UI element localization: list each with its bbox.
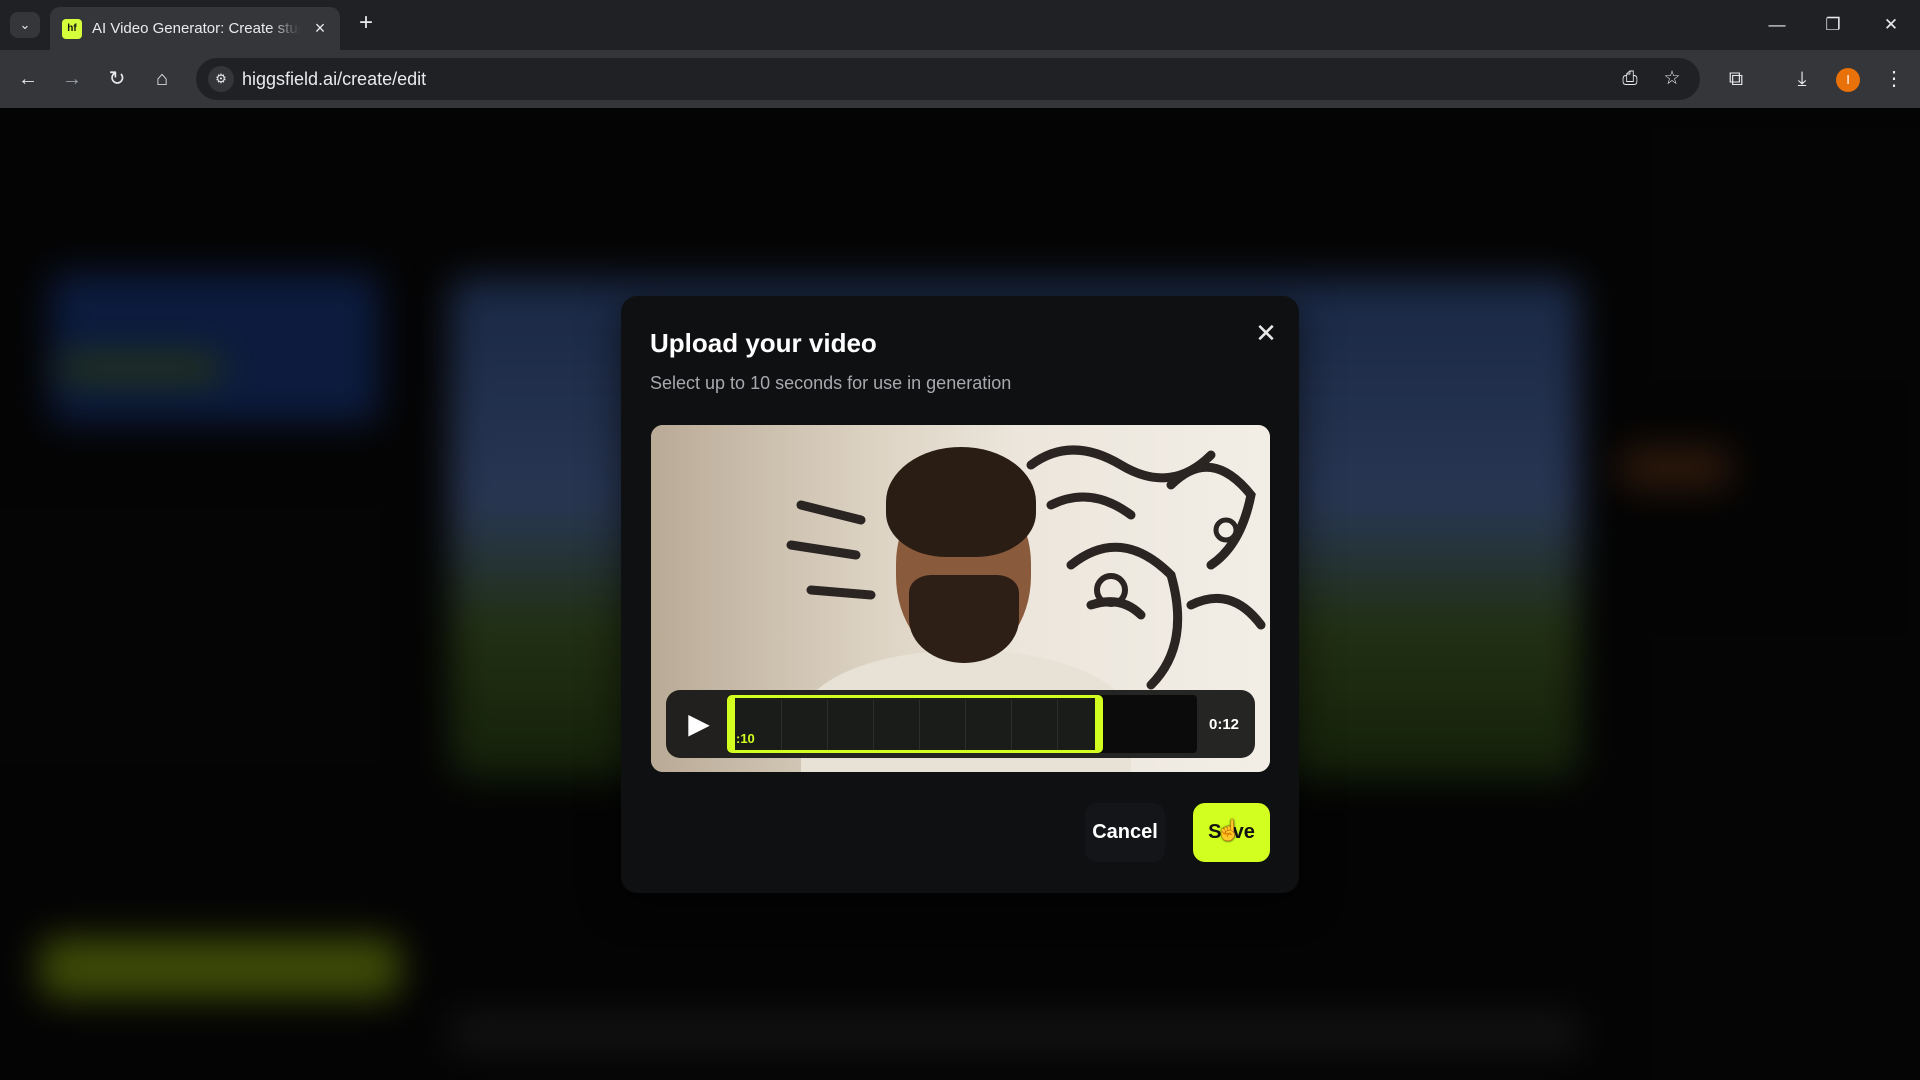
profile-avatar[interactable]: I — [1836, 68, 1860, 92]
extensions-icon[interactable]: ⧉ — [1722, 65, 1750, 93]
upload-video-modal: Upload your video Select up to 10 second… — [621, 296, 1299, 893]
modal-title: Upload your video — [650, 328, 877, 358]
site-info-icon[interactable]: ⚙ — [208, 66, 234, 92]
person-beard — [909, 575, 1019, 663]
video-duration: 0:12 — [1209, 716, 1240, 733]
home-icon[interactable]: ⌂ — [148, 65, 176, 93]
film-frame-divider — [965, 700, 966, 750]
film-frame-divider — [1011, 700, 1012, 750]
person-hair — [886, 447, 1036, 557]
back-icon[interactable]: ← — [14, 65, 42, 93]
restore-icon[interactable]: ❐ — [1820, 12, 1846, 38]
mouse-cursor-icon: ☝ — [1216, 820, 1241, 842]
video-preview: ▶ :10 0:12 — [651, 425, 1270, 772]
film-frame-divider — [1057, 700, 1058, 750]
url-text[interactable]: higgsfield.ai/create/edit — [242, 69, 426, 90]
browser-tab[interactable]: hf AI Video Generator: Create stun × — [50, 7, 340, 50]
address-bar[interactable]: ⚙ higgsfield.ai/create/edit ⎙ ☆ — [196, 58, 1700, 100]
close-icon[interactable]: ✕ — [1251, 318, 1281, 348]
video-trim-bar: ▶ :10 0:12 — [666, 690, 1255, 758]
film-frame-divider — [827, 700, 828, 750]
film-frame-divider — [919, 700, 920, 750]
favicon-icon: hf — [62, 18, 82, 39]
modal-subtitle: Select up to 10 seconds for use in gener… — [650, 373, 1012, 393]
film-frame-divider — [873, 700, 874, 750]
browser-tab-bar: ⌄ hf AI Video Generator: Create stun × +… — [0, 0, 1920, 50]
film-frame-divider — [781, 700, 782, 750]
tab-list-button[interactable]: ⌄ — [10, 12, 40, 38]
forward-icon[interactable]: → — [58, 65, 86, 93]
tab-close-icon[interactable]: × — [310, 18, 330, 39]
selection-start-label: :10 — [736, 731, 755, 746]
cancel-button[interactable]: Cancel — [1085, 803, 1165, 862]
tab-title: AI Video Generator: Create stun — [92, 20, 300, 37]
new-tab-button[interactable]: + — [354, 11, 378, 36]
window-close-icon[interactable]: ✕ — [1878, 12, 1904, 38]
minimize-icon[interactable]: — — [1764, 12, 1790, 38]
bookmark-star-icon[interactable]: ☆ — [1659, 66, 1685, 92]
download-icon[interactable]: ⤓ — [1788, 65, 1816, 93]
play-icon[interactable]: ▶ — [682, 707, 716, 741]
reload-icon[interactable]: ↻ — [103, 65, 131, 93]
trim-selection[interactable]: :10 — [727, 695, 1103, 753]
browser-toolbar: ← → ↻ ⌂ ⚙ higgsfield.ai/create/edit ⎙ ☆ … — [0, 50, 1920, 108]
menu-kebab-icon[interactable]: ⋮ — [1880, 65, 1908, 93]
install-app-icon[interactable]: ⎙ — [1617, 66, 1643, 92]
